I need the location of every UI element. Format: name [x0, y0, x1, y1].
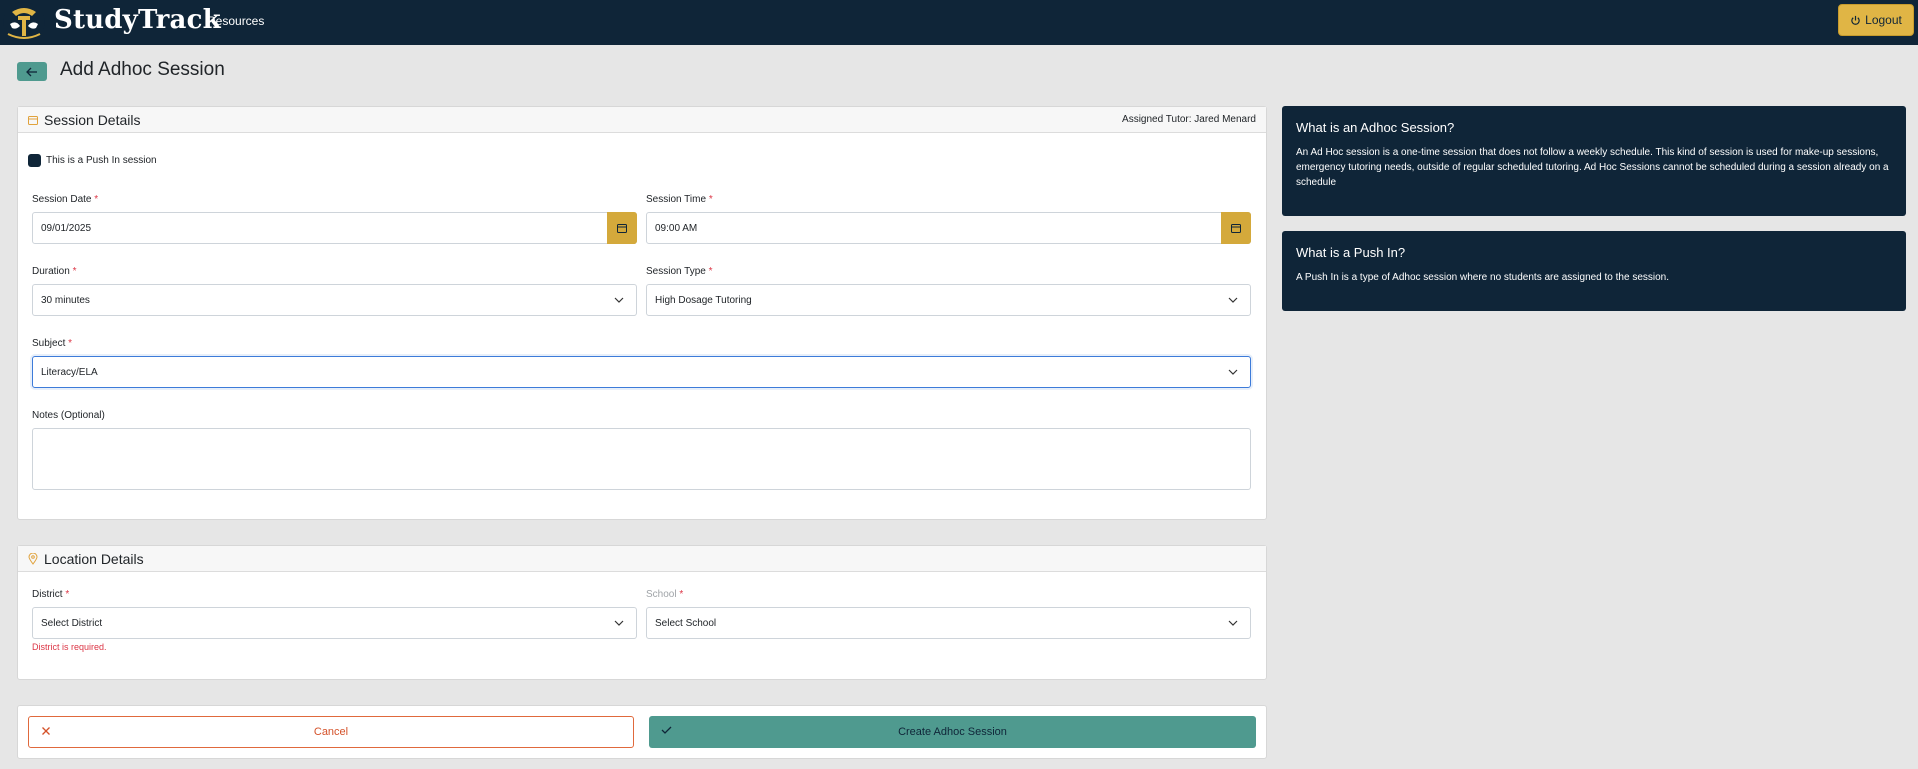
notes-label: Notes (Optional) [32, 410, 105, 421]
push-in-info-title: What is a Push In? [1296, 245, 1406, 260]
map-pin-icon [28, 552, 38, 565]
brand-name[interactable]: StudyTrack [54, 5, 221, 35]
district-value: Select District [41, 617, 103, 629]
session-date-input[interactable]: 09/01/2025 [32, 212, 637, 244]
session-type-value: High Dosage Tutoring [655, 294, 752, 306]
chevron-down-icon [1228, 369, 1238, 375]
arrow-left-icon [26, 67, 37, 76]
session-date-label: Session Date * [32, 194, 99, 205]
session-date-value: 09/01/2025 [41, 222, 92, 234]
power-icon [1851, 15, 1860, 25]
check-icon [661, 726, 672, 734]
assigned-tutor: Assigned Tutor: Jared Menard [1122, 114, 1256, 125]
cancel-label: Cancel [313, 726, 349, 738]
notes-textarea[interactable] [32, 428, 1251, 490]
district-label: District * [32, 589, 70, 600]
push-in-label: This is a Push In session [46, 155, 157, 166]
chevron-down-icon [1228, 620, 1238, 626]
school-value: Select School [655, 617, 717, 629]
chevron-down-icon [614, 297, 624, 303]
calendar-icon [1231, 224, 1241, 233]
session-type-label: Session Type * [646, 266, 713, 277]
chevron-down-icon [1228, 297, 1238, 303]
location-details-title: Location Details [44, 550, 144, 567]
adhoc-info-text: An Ad Hoc session is a one-time session … [1296, 147, 1889, 188]
calendar-icon [617, 224, 627, 233]
nav-resources-link[interactable]: Resources [207, 14, 264, 28]
calendar-icon [28, 115, 38, 125]
adhoc-info-title: What is an Adhoc Session? [1296, 120, 1455, 135]
chevron-down-icon [614, 620, 624, 626]
studytrack-logo-icon[interactable] [2, 0, 46, 44]
session-type-select[interactable]: High Dosage Tutoring [646, 284, 1251, 316]
school-label: School * [646, 589, 684, 600]
session-details-title: Session Details [44, 111, 141, 128]
school-select[interactable]: Select School [646, 607, 1251, 639]
subject-value: Literacy/ELA [41, 366, 98, 378]
top-navbar: StudyTrack Resources Logout [0, 0, 1918, 45]
cancel-button[interactable]: Cancel [28, 716, 634, 748]
back-button[interactable] [17, 62, 47, 81]
session-time-input[interactable]: 09:00 AM [646, 212, 1251, 244]
close-icon [42, 727, 50, 735]
session-date-picker-button[interactable] [607, 212, 637, 244]
session-time-picker-button[interactable] [1221, 212, 1251, 244]
logout-label: Logout [1865, 13, 1902, 27]
push-in-info-text: A Push In is a type of Adhoc session whe… [1296, 272, 1670, 283]
district-select[interactable]: Select District [32, 607, 637, 639]
session-time-label: Session Time * [646, 194, 713, 205]
adhoc-info-panel: What is an Adhoc Session? An Ad Hoc sess… [1282, 106, 1906, 216]
duration-value: 30 minutes [41, 294, 90, 306]
create-label: Create Adhoc Session [898, 726, 1007, 738]
page-title: Add Adhoc Session [60, 59, 225, 80]
duration-select[interactable]: 30 minutes [32, 284, 637, 316]
create-adhoc-session-button[interactable]: Create Adhoc Session [649, 716, 1256, 748]
subject-select[interactable]: Literacy/ELA [32, 356, 1251, 388]
subject-label: Subject * [32, 338, 73, 349]
push-in-info-panel: What is a Push In? A Push In is a type o… [1282, 231, 1906, 311]
session-details-header: Session Details Assigned Tutor: Jared Me… [18, 107, 1266, 133]
location-details-header: Location Details [18, 546, 1266, 572]
session-time-value: 09:00 AM [655, 222, 698, 234]
logout-button[interactable]: Logout [1838, 4, 1914, 36]
duration-label: Duration * [32, 266, 77, 277]
district-error: District is required. [32, 642, 107, 652]
push-in-checkbox[interactable] [28, 154, 41, 167]
